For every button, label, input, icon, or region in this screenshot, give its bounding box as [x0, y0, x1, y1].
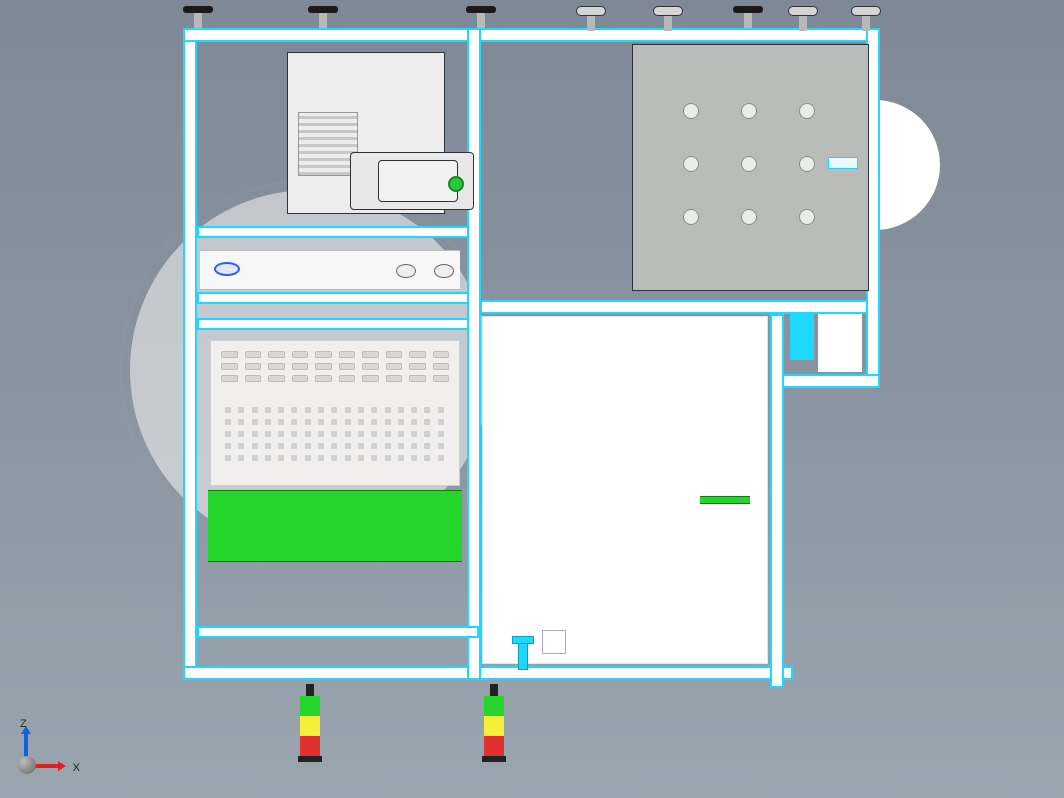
- cabinet-hole: [799, 209, 815, 225]
- cabinet-hole: [741, 209, 757, 225]
- frame-left-bottom-shelf: [197, 626, 479, 638]
- spacer-cyan-1: [790, 314, 814, 360]
- frame-upper-divider-h3: [197, 318, 479, 330]
- motor-vent-louvers: [298, 112, 358, 176]
- leveling-foot: [308, 6, 338, 28]
- cabinet-hole: [683, 156, 699, 172]
- right-lower-cavity: [482, 316, 768, 664]
- cabinet-hole: [741, 103, 757, 119]
- cad-viewport[interactable]: Z X: [0, 0, 1064, 798]
- cabinet-hole: [741, 156, 757, 172]
- frame-right-bottom-ledge: [770, 374, 880, 388]
- cabinet-hole: [799, 103, 815, 119]
- leveling-foot: [466, 6, 496, 28]
- vent-slots: [221, 351, 449, 382]
- leveling-foot: [733, 6, 763, 28]
- green-strip-right: [700, 496, 750, 504]
- vent-panel: [210, 340, 460, 486]
- electrical-cabinet: [632, 44, 869, 291]
- panel-button-blue[interactable]: [214, 262, 240, 276]
- vent-perforation: [225, 407, 445, 461]
- leveling-foot: [183, 6, 213, 28]
- cabinet-handle[interactable]: [828, 157, 858, 169]
- spacer-white-1: [818, 314, 862, 372]
- cabinet-hole: [683, 209, 699, 225]
- motor-barrel-inner: [378, 160, 458, 202]
- frame-upper-divider-h2: [197, 292, 479, 304]
- panel-button-2[interactable]: [434, 264, 454, 278]
- axis-origin-icon: [18, 756, 36, 774]
- frame-upper-divider-h1: [197, 226, 479, 238]
- green-panel: [208, 490, 462, 562]
- frame-right-inner-v: [770, 314, 784, 688]
- cabinet-hole: [799, 156, 815, 172]
- panel-button-1[interactable]: [396, 264, 416, 278]
- axis-label-z: Z: [20, 718, 27, 730]
- frame-left-vertical-mid: [467, 28, 481, 680]
- view-axis-triad: Z X: [18, 722, 70, 774]
- frame-right-top2: [480, 300, 880, 314]
- fitting-vertical: [518, 642, 528, 670]
- top-clamp: [851, 6, 881, 28]
- top-clamp: [788, 6, 818, 28]
- frame-outer-bottom: [183, 666, 793, 680]
- top-clamp: [653, 6, 683, 28]
- frame-outer-left: [183, 28, 197, 678]
- axis-label-x: X: [73, 762, 80, 774]
- motor-end-cap-icon: [448, 176, 464, 192]
- fitting-bracket: [542, 630, 566, 654]
- frame-outer-top: [183, 28, 879, 42]
- top-clamp: [576, 6, 606, 28]
- fitting-cap: [512, 636, 534, 644]
- stack-light: [484, 684, 504, 762]
- stack-light: [300, 684, 320, 762]
- cabinet-hole: [683, 103, 699, 119]
